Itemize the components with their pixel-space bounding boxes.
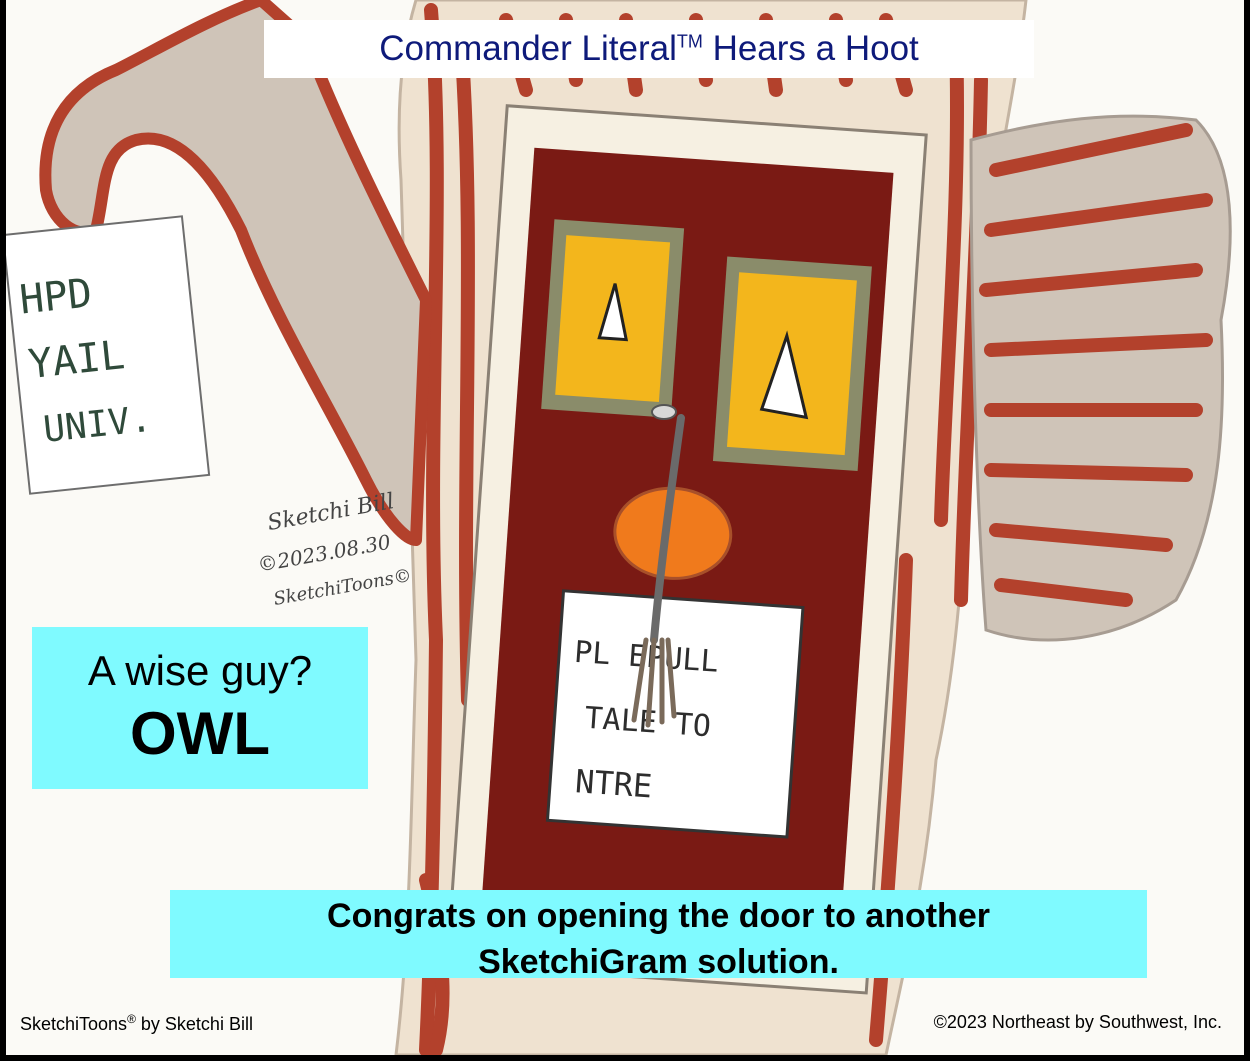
footer-copyright: ©2023 Northeast by Southwest, Inc. [933,1012,1222,1032]
congrats-box: Congrats on opening the door to another … [170,890,1147,981]
title-text-after: Hears a Hoot [702,29,919,68]
right-wing [969,114,1232,642]
footer-brand: SketchiToons [20,1014,128,1034]
title-banner: Commander LiteralTM Hears a Hoot [264,20,1034,78]
title-text: Commander Literal [379,29,677,68]
signature-line-2: ©2023.08.30 [256,530,393,577]
trademark-symbol: TM [676,31,703,52]
door-sign-line-3: NTRE [574,762,654,805]
sign-line-1: HPD [17,270,94,323]
door: PL EPULL TALE TO NTRE [445,104,928,995]
footer-author: by Sketchi Bill [135,1014,253,1034]
footer-credit: SketchiToons® by Sketchi Bill [20,1012,253,1035]
riddle-box: A wise guy? OWL [32,627,368,789]
diploma-sign: HPD YAIL UNIV. [6,215,211,495]
riddle-answer: OWL [130,700,270,767]
riddle-question: A wise guy? [87,647,313,694]
congrats-line-2: SketchiGram solution. [478,943,839,981]
signature-line-1: Sketchi Bill [266,489,396,536]
registered-mark: ® [127,1012,136,1026]
congrats-line-1: Congrats on opening the door to another [327,897,990,935]
signature-line-3: SketchiToons© [272,565,413,610]
artist-signature: Sketchi Bill ©2023.08.30 SketchiToons© [256,489,413,610]
cartoon-title: Commander LiteralTM Hears a Hoot [379,29,919,69]
cartoon-frame: HPD YAIL UNIV. PL EPULL TALE TO NTRE Ske… [6,0,1244,1055]
